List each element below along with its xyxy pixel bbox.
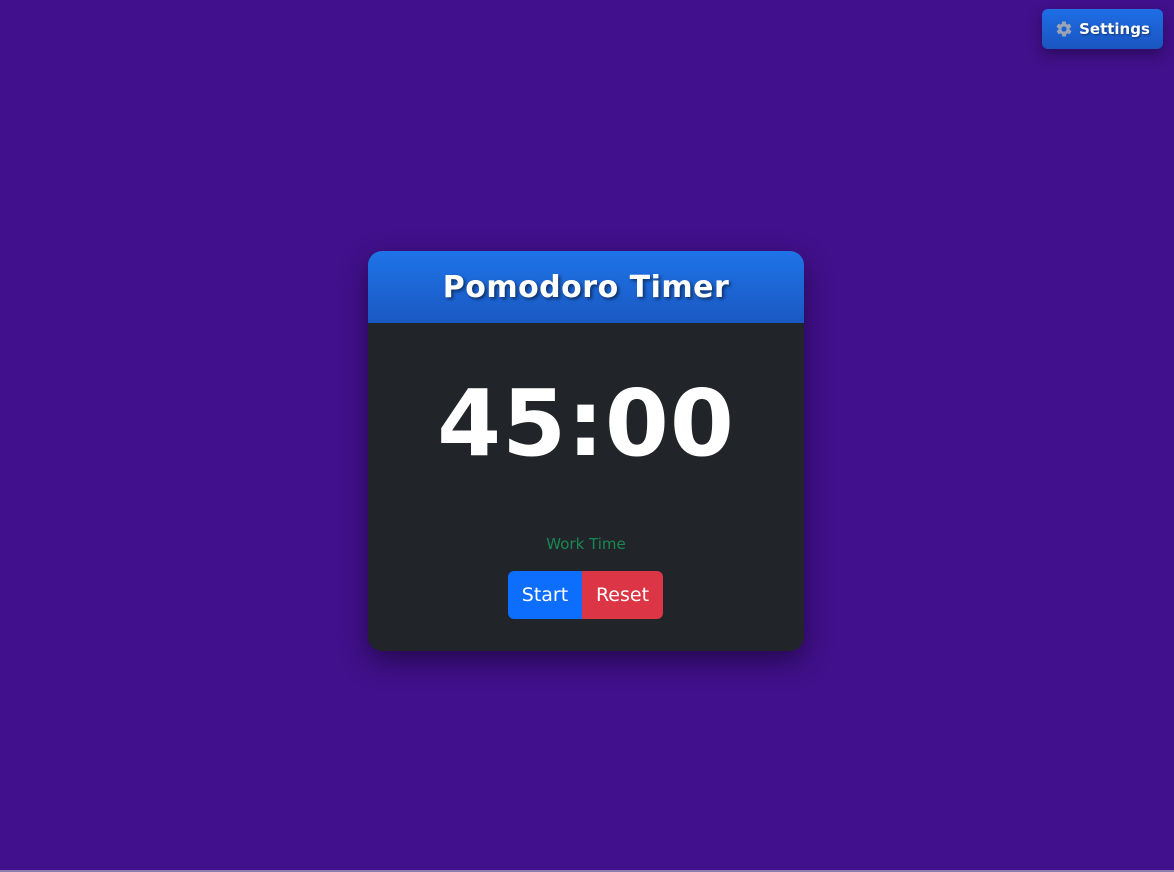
- timer-controls: Start Reset: [508, 571, 663, 619]
- settings-button[interactable]: Settings: [1042, 9, 1163, 49]
- app-page: Settings Pomodoro Timer 45:00 Work Time …: [0, 0, 1174, 872]
- gear-icon: [1056, 21, 1072, 37]
- card-header: Pomodoro Timer: [368, 251, 804, 323]
- pomodoro-card: Pomodoro Timer 45:00 Work Time Start Res…: [368, 251, 804, 651]
- card-title: Pomodoro Timer: [442, 269, 730, 305]
- start-button[interactable]: Start: [508, 571, 582, 619]
- settings-button-label: Settings: [1079, 20, 1150, 38]
- timer-display: 45:00: [437, 370, 735, 477]
- reset-button[interactable]: Reset: [582, 571, 663, 619]
- mode-label: Work Time: [546, 535, 626, 553]
